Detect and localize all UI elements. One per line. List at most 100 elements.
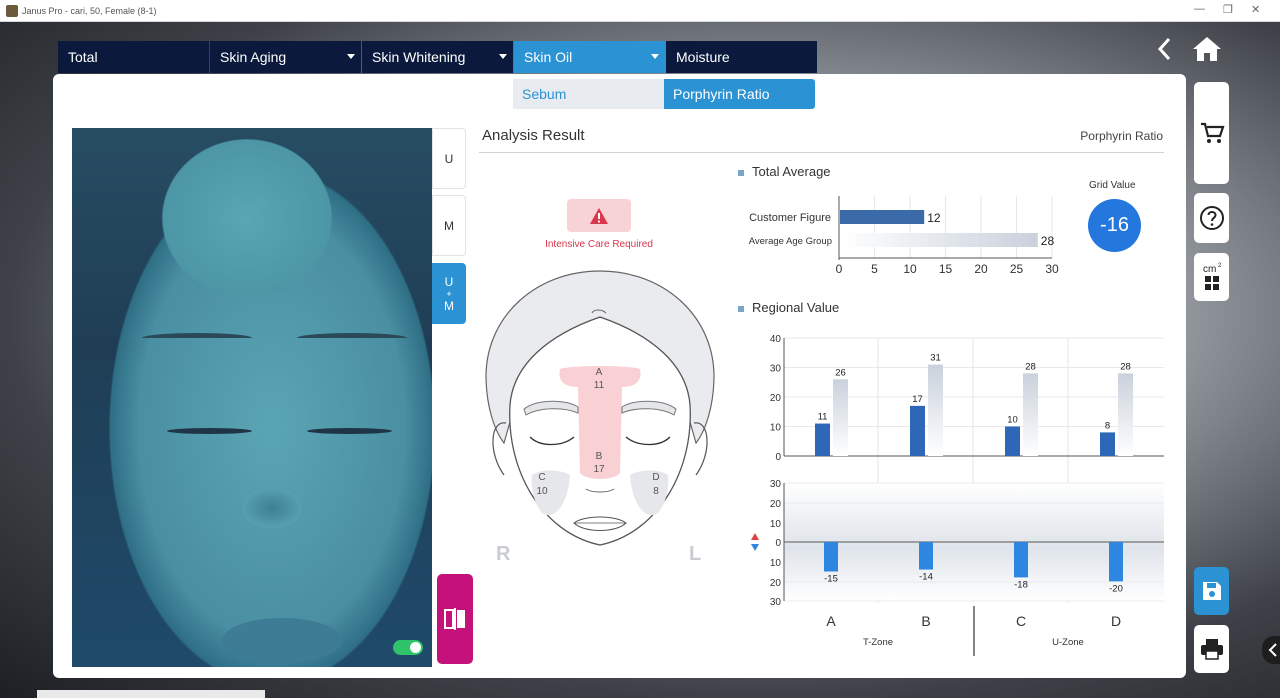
y-tick-label: 0: [775, 538, 781, 549]
y-tick-label: 40: [770, 334, 782, 345]
y-tick-label: 30: [770, 479, 782, 490]
region-d-label: D: [652, 472, 659, 483]
window-title: Janus Pro - cari, 50, Female (8-1): [22, 5, 157, 16]
x-tick-label: 15: [939, 262, 953, 276]
subtab-sebum[interactable]: Sebum: [513, 79, 664, 109]
photo-brow: [142, 333, 252, 343]
y-tick-label: 20: [770, 578, 782, 589]
warning-badge: [567, 199, 631, 232]
view-m-button[interactable]: M: [432, 195, 466, 256]
up-arrow-icon: [751, 533, 759, 540]
total-average-label: Total Average: [738, 164, 831, 179]
y-tick-label: 20: [770, 499, 782, 510]
y-tick-label: 0: [775, 452, 781, 463]
grid-value-badge: -16: [1088, 199, 1141, 252]
region-c-value: 10: [536, 486, 548, 497]
subtabs: Sebum Porphyrin Ratio: [513, 79, 815, 109]
chevron-down-icon: [499, 54, 507, 59]
grid-value-label: Grid Value: [1089, 180, 1136, 191]
down-arrow-icon: [751, 544, 759, 551]
data-label: 12: [927, 211, 941, 225]
tab-moisture[interactable]: Moisture: [666, 41, 817, 73]
x-tick-label: 5: [871, 262, 878, 276]
regional-value-label: Regional Value: [738, 300, 839, 315]
bar: [928, 364, 943, 456]
chevron-left-icon: [1268, 643, 1277, 657]
bar: [840, 233, 1038, 247]
photo-eye: [307, 428, 392, 434]
print-icon: [1200, 639, 1223, 660]
view-u-button[interactable]: U: [432, 128, 466, 189]
subtab-porphyrin-ratio[interactable]: Porphyrin Ratio: [664, 79, 815, 109]
y-tick-label: 30: [770, 597, 782, 608]
x-tick-label: 30: [1045, 262, 1059, 276]
chevron-down-icon: [651, 54, 659, 59]
cart-button[interactable]: [1194, 82, 1229, 184]
y-tick-label: 30: [770, 364, 782, 375]
taskbar-strip: [37, 690, 265, 698]
face-diagram: A 11 B 17 C 10 D 8: [485, 270, 715, 546]
cart-icon: [1200, 122, 1225, 143]
bar: [1014, 542, 1028, 578]
tab-skin-whitening[interactable]: Skin Whitening: [362, 41, 513, 73]
chevron-down-icon: [347, 54, 355, 59]
bar: [824, 542, 838, 572]
data-label: 17: [912, 394, 923, 405]
data-label: 11: [818, 412, 828, 423]
data-label: 26: [835, 367, 846, 378]
print-button[interactable]: [1194, 625, 1229, 673]
regional-value-chart: 0 10 20 30 40 11 26 17 31 10 28 8 28 30 20 10 0 10 20 30 -15…: [751, 334, 1164, 656]
x-tick-label: 20: [974, 262, 988, 276]
y-tick-label: 10: [770, 519, 782, 530]
photo-mouth: [222, 618, 342, 663]
close-icon[interactable]: ✕: [1251, 3, 1260, 16]
category-label: Customer Figure: [749, 212, 831, 224]
metric-name: Porphyrin Ratio: [1080, 129, 1163, 143]
data-label: 28: [1041, 234, 1055, 248]
data-label: 28: [1120, 361, 1131, 372]
photo-nose: [242, 488, 302, 528]
back-icon[interactable]: [1152, 34, 1178, 64]
data-label: -14: [919, 572, 933, 583]
region-b-value: 17: [593, 464, 605, 475]
bar: [919, 542, 933, 570]
data-label: -20: [1109, 583, 1123, 594]
svg-text:2: 2: [1218, 263, 1222, 269]
data-label: -18: [1014, 579, 1028, 590]
bar: [1118, 373, 1133, 456]
minimize-icon[interactable]: —: [1194, 3, 1205, 15]
save-button[interactable]: [1194, 567, 1229, 615]
group-label: U-Zone: [1052, 637, 1084, 648]
bar: [1005, 426, 1020, 456]
data-label: 28: [1025, 361, 1036, 372]
data-label: 31: [930, 353, 941, 364]
maximize-icon[interactable]: ❐: [1223, 3, 1233, 16]
x-tick-label: 25: [1010, 262, 1024, 276]
data-label: -15: [824, 574, 838, 585]
help-button[interactable]: [1194, 193, 1229, 243]
tab-total[interactable]: Total: [58, 41, 209, 73]
photo-eye: [167, 428, 252, 434]
side-drawer-handle[interactable]: [1262, 636, 1280, 664]
category-label: C: [1016, 613, 1026, 629]
side-right-label: R: [496, 543, 511, 565]
data-label: 10: [1007, 415, 1018, 426]
y-tick-label: 10: [770, 423, 782, 434]
area-grid-button[interactable]: cm 2: [1194, 253, 1229, 301]
category-label: Average Age Group: [749, 236, 832, 247]
tab-skin-oil[interactable]: Skin Oil: [514, 41, 665, 73]
overlay-toggle[interactable]: [393, 640, 423, 655]
warning-text: Intensive Care Required: [545, 239, 653, 250]
total-average-chart: 0 5 10 15 20 25 30 Customer Figure 12 Average Age…: [749, 196, 1059, 276]
view-um-button[interactable]: U + M: [432, 263, 466, 324]
bar: [840, 210, 925, 224]
warning-icon: [590, 207, 608, 224]
window-titlebar: Janus Pro - cari, 50, Female (8-1) — ❐ ✕: [0, 0, 1280, 22]
home-icon[interactable]: [1190, 34, 1224, 64]
y-tick-label: 10: [770, 558, 782, 569]
photo-brow: [297, 333, 407, 343]
compare-button[interactable]: [437, 574, 473, 664]
tab-skin-aging[interactable]: Skin Aging: [210, 41, 361, 73]
help-icon: [1199, 206, 1224, 230]
face-photo: [72, 128, 432, 667]
